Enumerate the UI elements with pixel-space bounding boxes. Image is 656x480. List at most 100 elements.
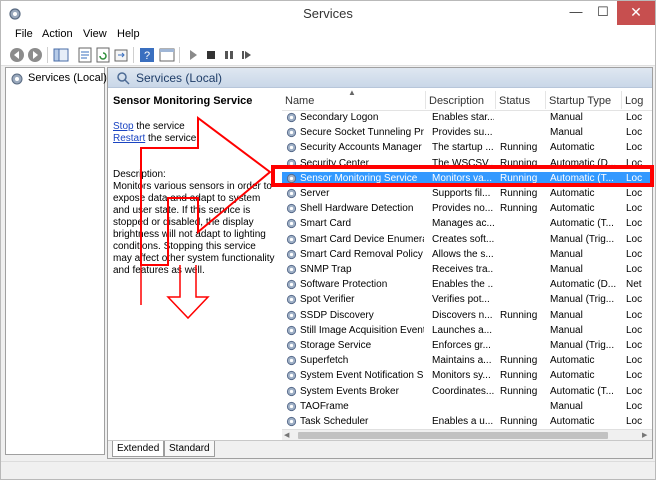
pane-title: Services (Local) — [136, 71, 223, 85]
service-row[interactable]: Security Accounts Manager The startup ...… — [282, 141, 652, 156]
menu-action[interactable]: Action — [42, 28, 73, 40]
service-startup-cell: Manual — [550, 400, 583, 412]
service-row[interactable]: Secure Socket Tunneling Pr... Provides su… — [282, 126, 652, 141]
forward-icon[interactable] — [27, 47, 43, 63]
service-row[interactable]: Secondary Logon Enables star... Manual Loc — [282, 111, 652, 126]
menu-file[interactable]: File — [15, 28, 33, 40]
scroll-left-icon[interactable]: ◀ — [284, 431, 289, 439]
services-list: ▲ Name Description Status Startup Type L… — [282, 89, 652, 429]
column-divider[interactable] — [495, 91, 496, 109]
tree-item-services-local[interactable]: Services (Local) — [10, 71, 107, 87]
service-status-cell: Running — [500, 203, 538, 215]
service-name-cell: Storage Service — [300, 340, 372, 351]
column-divider[interactable] — [425, 91, 426, 109]
scrollbar-thumb[interactable] — [298, 432, 608, 439]
stop-action-suffix: the service — [133, 121, 185, 132]
start-service-icon[interactable] — [185, 47, 201, 63]
back-icon[interactable] — [9, 47, 25, 63]
column-divider[interactable] — [545, 91, 546, 109]
service-description-cell: Receives tra... — [432, 264, 494, 275]
service-row[interactable]: Smart Card Manages ac... Automatic (T... Lo… — [282, 217, 652, 232]
service-row[interactable]: System Events Broker Coordinates... Runnin… — [282, 385, 652, 400]
close-button[interactable]: ✕ — [617, 1, 655, 25]
services-icon — [11, 73, 23, 85]
pane-header: Services (Local) — [108, 68, 652, 88]
service-gear-icon — [286, 234, 297, 245]
minimize-button[interactable]: — — [563, 1, 589, 25]
refresh-icon[interactable] — [95, 47, 111, 63]
service-description-cell: Enables a u... — [432, 416, 494, 427]
service-startup-cell: Manual — [550, 112, 583, 123]
services-pane: Services (Local) Sensor Monitoring Servi… — [107, 67, 653, 459]
service-status-cell: Running — [500, 370, 538, 382]
service-startup-cell: Automatic (T... — [550, 385, 614, 397]
service-name-cell: System Events Broker — [300, 385, 399, 397]
service-gear-icon — [286, 203, 297, 214]
service-status-cell: Running — [500, 309, 538, 321]
view-tabs: Extended Standard — [108, 440, 652, 458]
service-startup-cell: Automatic (D... — [550, 279, 617, 291]
title-bar: Services — ☐ ✕ — [1, 1, 655, 26]
service-row[interactable]: Smart Card Removal Policy Allows the s...… — [282, 248, 652, 263]
service-logon-cell: Loc — [626, 142, 643, 154]
service-row[interactable]: Storage Service Enforces gr... Manual (Tri… — [282, 339, 652, 354]
properties-icon[interactable] — [77, 47, 93, 63]
service-status-cell: Running — [500, 416, 538, 427]
service-name-cell: SNMP Trap — [300, 264, 352, 275]
service-row[interactable]: SSDP Discovery Discovers n... Running Manua… — [282, 309, 652, 324]
column-header-description[interactable]: Description — [429, 95, 484, 107]
service-row[interactable]: Still Image Acquisition Events Launches a… — [282, 324, 652, 339]
service-row[interactable]: TAOFrame Manual Loc — [282, 400, 652, 415]
selected-service-name: Sensor Monitoring Service — [113, 95, 253, 107]
scroll-right-icon[interactable]: ▶ — [642, 431, 647, 439]
status-bar — [1, 461, 655, 479]
stop-service-icon[interactable] — [203, 47, 219, 63]
pause-service-icon[interactable] — [221, 47, 237, 63]
maximize-button[interactable]: ☐ — [590, 1, 616, 25]
service-name-cell: Superfetch — [300, 355, 349, 367]
column-divider[interactable] — [621, 91, 622, 109]
menu-help[interactable]: Help — [117, 28, 140, 40]
service-description-cell: Supports fil... — [432, 188, 491, 199]
stop-service-link[interactable]: Stop — [113, 121, 134, 132]
service-row[interactable]: Software Protection Enables the ... Automa… — [282, 278, 652, 293]
column-header-name[interactable]: Name — [285, 95, 314, 107]
service-name-cell: Smart Card Device Enumera... — [300, 233, 424, 245]
service-row[interactable]: Smart Card Device Enumera... Creates soft… — [282, 233, 652, 248]
restart-service-icon[interactable] — [239, 47, 255, 63]
service-logon-cell: Loc — [626, 294, 643, 306]
service-row[interactable]: Spot Verifier Verifies pot... Manual (Trig… — [282, 293, 652, 308]
menu-view[interactable]: View — [83, 28, 107, 40]
service-row[interactable]: Server Supports fil... Running Automatic Loc — [282, 187, 652, 202]
export-list-icon[interactable] — [113, 47, 129, 63]
search-icon — [117, 72, 130, 85]
tab-extended[interactable]: Extended — [112, 441, 165, 457]
service-row[interactable]: SNMP Trap Receives tra... Manual Loc — [282, 263, 652, 278]
service-status-cell: Running — [500, 385, 538, 397]
tab-standard[interactable]: Standard — [164, 441, 215, 457]
service-gear-icon — [286, 355, 297, 366]
annotation-highlight-box — [271, 165, 654, 187]
show-hide-console-tree-icon[interactable] — [53, 47, 69, 63]
column-header-log-on-as[interactable]: Log — [625, 95, 643, 107]
restart-service-link[interactable]: Restart — [113, 133, 145, 144]
stop-action: Stop the service — [113, 121, 185, 132]
service-gear-icon — [286, 294, 297, 305]
service-row[interactable]: Task Scheduler Enables a u... Running Autom… — [282, 415, 652, 429]
help-icon[interactable]: ? — [139, 47, 155, 63]
column-header-status[interactable]: Status — [499, 95, 530, 107]
service-row[interactable]: Superfetch Maintains a... Running Automatic… — [282, 354, 652, 369]
console-icon[interactable] — [159, 47, 175, 63]
service-startup-cell: Automatic — [550, 370, 595, 382]
service-description: Monitors various sensors in order to exp… — [113, 181, 275, 276]
service-description-cell: The startup ... — [432, 142, 494, 154]
service-gear-icon — [286, 416, 297, 427]
service-description-cell: Discovers n... — [432, 309, 493, 321]
service-row[interactable]: Shell Hardware Detection Provides no... Ru… — [282, 202, 652, 217]
horizontal-scrollbar[interactable]: ◀ ▶ — [282, 429, 652, 440]
column-header-startup-type[interactable]: Startup Type — [549, 95, 611, 107]
service-row[interactable]: System Event Notification S... Monitors s… — [282, 369, 652, 384]
service-logon-cell: Loc — [626, 309, 643, 321]
service-logon-cell: Loc — [626, 340, 643, 351]
service-gear-icon — [286, 386, 297, 397]
